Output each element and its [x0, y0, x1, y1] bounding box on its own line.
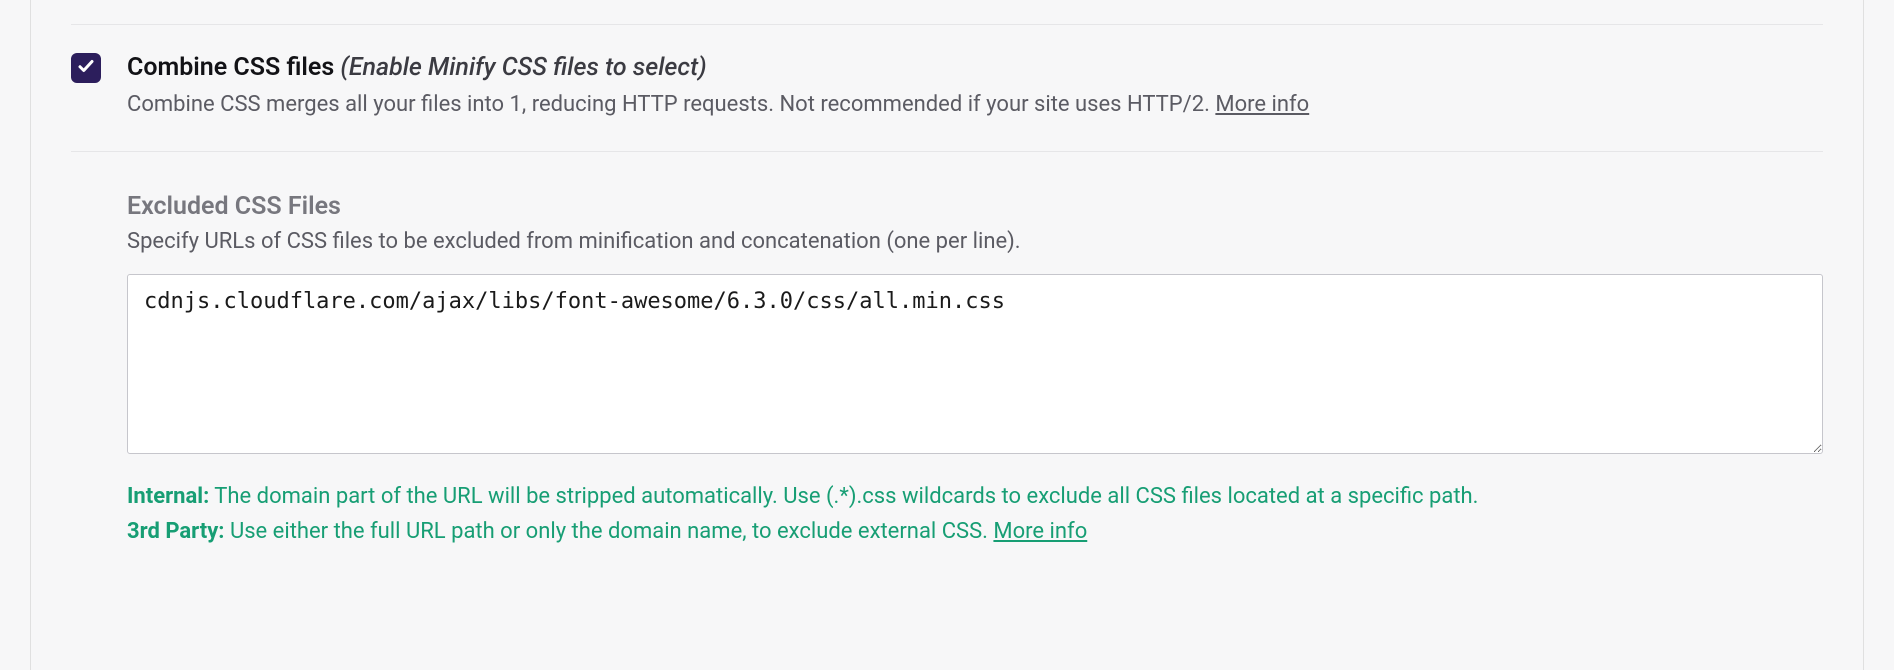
checkmark-icon	[77, 57, 95, 79]
combine-css-hint: (Enable Minify CSS files to select)	[340, 53, 706, 82]
combine-css-desc-text: Combine CSS merges all your files into 1…	[127, 92, 1215, 117]
combine-css-checkbox[interactable]	[71, 53, 101, 83]
combine-css-more-info-link[interactable]: More info	[1215, 92, 1309, 117]
combine-css-title-text: Combine CSS files	[127, 53, 334, 82]
combine-css-description: Combine CSS merges all your files into 1…	[127, 90, 1823, 121]
internal-label: Internal:	[127, 484, 209, 509]
settings-panel: Combine CSS files (Enable Minify CSS fil…	[30, 0, 1864, 670]
internal-note: Internal: The domain part of the URL wil…	[127, 480, 1823, 513]
excluded-css-textarea[interactable]	[127, 274, 1823, 454]
combine-css-title: Combine CSS files (Enable Minify CSS fil…	[127, 53, 1823, 82]
divider	[71, 24, 1823, 25]
combine-css-text: Combine CSS files (Enable Minify CSS fil…	[127, 53, 1823, 121]
excluded-css-title: Excluded CSS Files	[127, 192, 1823, 221]
excluded-notes: Internal: The domain part of the URL wil…	[127, 480, 1823, 548]
excluded-css-description: Specify URLs of CSS files to be excluded…	[127, 229, 1823, 254]
third-party-note: 3rd Party: Use either the full URL path …	[127, 515, 1823, 548]
third-party-text: Use either the full URL path or only the…	[224, 519, 993, 544]
excluded-css-block: Excluded CSS Files Specify URLs of CSS f…	[71, 192, 1823, 548]
internal-text: The domain part of the URL will be strip…	[209, 484, 1478, 509]
combine-css-option: Combine CSS files (Enable Minify CSS fil…	[71, 53, 1823, 152]
third-party-more-info-link[interactable]: More info	[993, 519, 1087, 544]
third-party-label: 3rd Party:	[127, 519, 224, 544]
